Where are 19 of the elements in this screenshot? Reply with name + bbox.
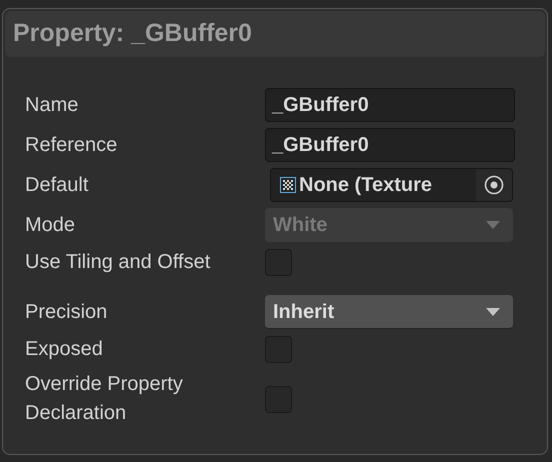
field-label: Use Tiling and Offset (25, 250, 212, 275)
object-field[interactable]: None (Texture (270, 168, 513, 202)
field-label: Name (25, 92, 80, 118)
caret-icon (485, 220, 501, 230)
target-icon (484, 175, 504, 195)
object-value: None (Texture (299, 173, 433, 198)
panel-title: Property: _GBuffer0 (13, 18, 252, 50)
text-field[interactable]: _GBuffer0 (265, 128, 515, 162)
field-label: Precision (25, 300, 108, 324)
field-label: Override Property Declaration (25, 372, 184, 426)
object-picker-button[interactable] (476, 169, 512, 201)
field-label: Exposed (25, 337, 104, 362)
texture-icon (280, 177, 296, 193)
field-label: Mode (25, 212, 76, 238)
field-label: Default (25, 172, 90, 198)
text-field[interactable]: _GBuffer0 (265, 88, 515, 122)
field-label: Reference (25, 132, 118, 158)
caret-icon (485, 306, 501, 316)
dropdown[interactable]: Inherit (265, 295, 513, 329)
